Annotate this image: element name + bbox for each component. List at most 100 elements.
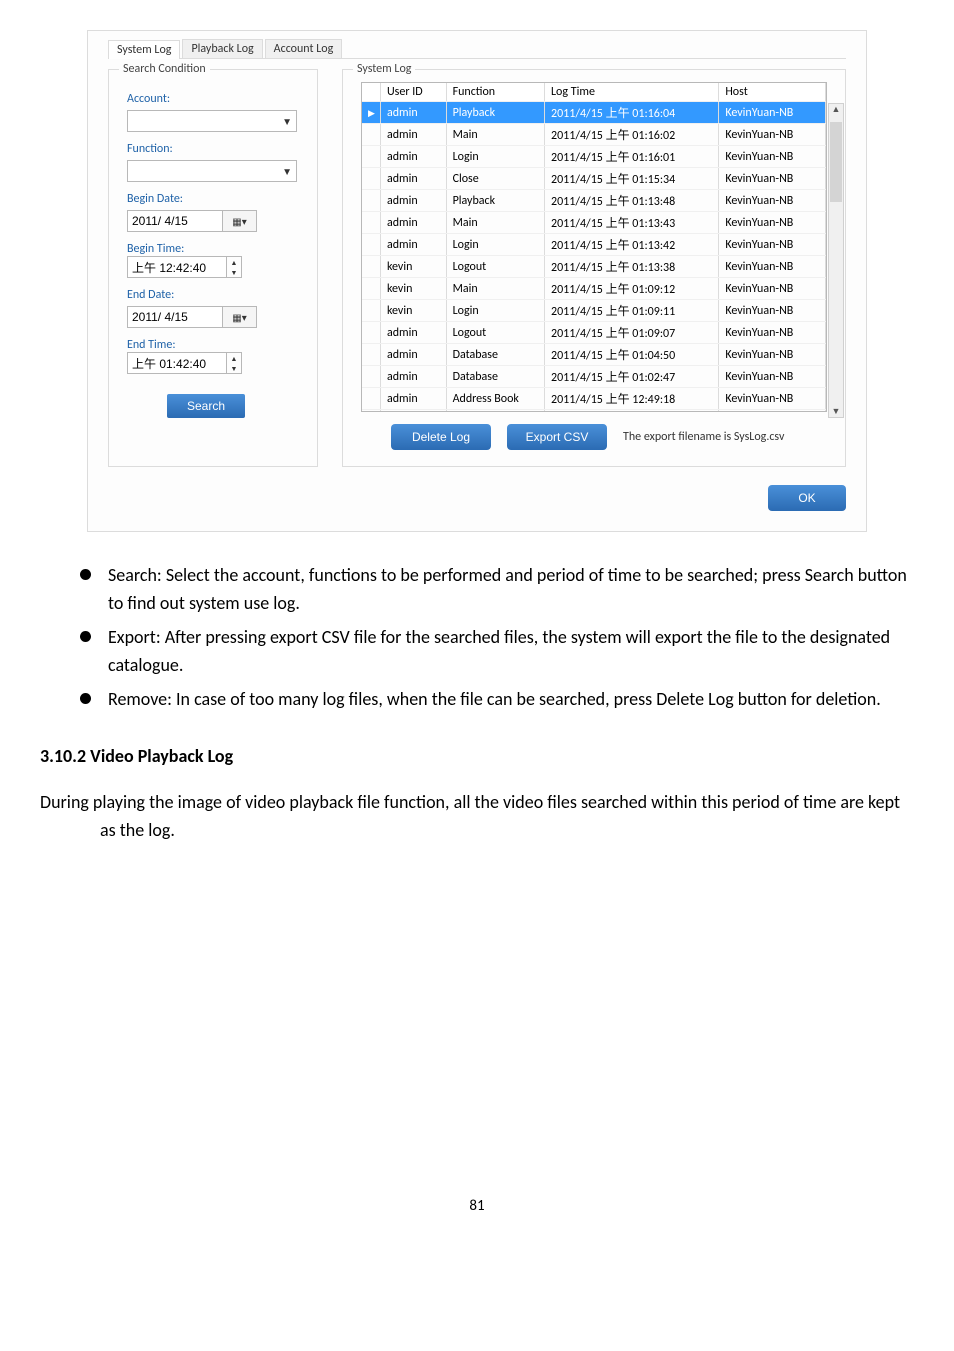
table-cell: Playback (446, 102, 544, 124)
spin-up-icon[interactable]: ▲ (227, 257, 241, 267)
table-cell: Logout (446, 322, 544, 344)
table-cell: Login (446, 146, 544, 168)
tab-bar: System Log Playback Log Account Log (108, 39, 846, 59)
begin-time-field[interactable] (127, 256, 227, 278)
table-cell: admin (380, 322, 446, 344)
search-button[interactable]: Search (167, 394, 245, 418)
export-csv-button[interactable]: Export CSV (507, 424, 607, 450)
ok-button[interactable]: OK (768, 485, 846, 511)
table-cell: Login (446, 300, 544, 322)
col-user-id[interactable]: User ID (380, 83, 446, 102)
col-function[interactable]: Function (446, 83, 544, 102)
chevron-down-icon: ▼ (282, 165, 292, 178)
section-heading: 3.10.2 Video Playback Log (40, 743, 914, 771)
table-cell: 2011/4/15 上午 01:13:48 (545, 190, 719, 212)
scroll-down-icon[interactable]: ▼ (832, 406, 841, 417)
table-cell: KevinYuan-NB (719, 146, 826, 168)
bullet-item: Remove: In case of too many log files, w… (80, 686, 914, 714)
table-cell: KevinYuan-NB (719, 278, 826, 300)
table-cell: 2011/4/15 上午 12:49:18 (545, 388, 719, 410)
table-row[interactable]: adminLogin2011/4/15 上午 01:16:01KevinYuan… (362, 146, 826, 168)
bullet-item: Search: Select the account, functions to… (80, 562, 914, 618)
table-cell: 2011/4/15 上午 01:13:43 (545, 212, 719, 234)
end-time-field[interactable] (127, 352, 227, 374)
spin-up-icon[interactable]: ▲ (227, 353, 241, 363)
table-cell: kevin (380, 256, 446, 278)
table-row[interactable]: kevinLogin2011/4/15 上午 01:09:11KevinYuan… (362, 300, 826, 322)
bullet-list: Search: Select the account, functions to… (40, 562, 914, 713)
table-cell: KevinYuan-NB (719, 300, 826, 322)
page-number: 81 (40, 1195, 914, 1218)
end-time-input[interactable]: ▲▼ (127, 352, 247, 374)
table-cell: Database (446, 344, 544, 366)
system-log-dialog: System Log Playback Log Account Log Sear… (87, 30, 867, 532)
table-cell: Main (446, 212, 544, 234)
scroll-thumb[interactable] (830, 122, 842, 202)
table-row[interactable]: adminPlayback2011/4/15 上午 01:16:04KevinY… (362, 102, 826, 124)
table-cell: 2011/4/15 上午 01:16:04 (545, 102, 719, 124)
calendar-icon[interactable]: ▦▾ (223, 306, 257, 328)
table-row[interactable]: adminMain2011/4/15 上午 01:16:02KevinYuan-… (362, 124, 826, 146)
calendar-icon[interactable]: ▦▾ (223, 210, 257, 232)
table-cell: Close (446, 168, 544, 190)
search-condition-group: Search Condition Account: ▼ Function: ▼ … (108, 69, 318, 467)
end-date-field[interactable] (127, 306, 223, 328)
table-row[interactable]: adminMain2011/4/15 上午 01:13:43KevinYuan-… (362, 212, 826, 234)
table-cell: KevinYuan-NB (719, 410, 826, 413)
paragraph: During playing the image of video playba… (40, 789, 914, 845)
table-cell: admin (380, 234, 446, 256)
col-log-time[interactable]: Log Time (545, 83, 719, 102)
table-cell: 2011/4/15 上午 01:13:42 (545, 234, 719, 256)
table-cell: admin (380, 410, 446, 413)
table-row[interactable]: kevinMain2011/4/15 上午 01:09:12KevinYuan-… (362, 278, 826, 300)
export-filename-note: The export filename is SysLog.csv (623, 430, 784, 444)
table-row[interactable]: adminAddress Book2011/4/15 上午 12:48:54Ke… (362, 410, 826, 413)
spin-down-icon[interactable]: ▼ (227, 363, 241, 373)
table-row[interactable]: adminLogin2011/4/15 上午 01:13:42KevinYuan… (362, 234, 826, 256)
table-cell: admin (380, 146, 446, 168)
begin-date-field[interactable] (127, 210, 223, 232)
table-cell: 2011/4/15 上午 01:15:34 (545, 168, 719, 190)
table-cell: KevinYuan-NB (719, 212, 826, 234)
table-cell: KevinYuan-NB (719, 366, 826, 388)
table-cell: admin (380, 388, 446, 410)
table-row[interactable]: adminPlayback2011/4/15 上午 01:13:48KevinY… (362, 190, 826, 212)
table-row[interactable]: adminDatabase2011/4/15 上午 01:02:47KevinY… (362, 366, 826, 388)
begin-date-input[interactable]: ▦▾ (127, 210, 259, 232)
delete-log-button[interactable]: Delete Log (391, 424, 491, 450)
table-cell: 2011/4/15 上午 01:16:01 (545, 146, 719, 168)
scrollbar[interactable]: ▲ ▼ (828, 103, 844, 418)
begin-date-label: Begin Date: (127, 192, 299, 206)
begin-time-input[interactable]: ▲▼ (127, 256, 247, 278)
table-row[interactable]: adminClose2011/4/15 上午 01:15:34KevinYuan… (362, 168, 826, 190)
tab-account-log[interactable]: Account Log (265, 39, 343, 58)
table-cell: 2011/4/15 上午 01:09:07 (545, 322, 719, 344)
log-table-header: User ID Function Log Time Host (362, 83, 826, 102)
table-row[interactable]: adminDatabase2011/4/15 上午 01:04:50KevinY… (362, 344, 826, 366)
system-log-legend: System Log (353, 62, 415, 76)
spin-down-icon[interactable]: ▼ (227, 267, 241, 277)
tab-playback-log[interactable]: Playback Log (182, 39, 262, 58)
document-body: Search: Select the account, functions to… (40, 562, 914, 1218)
table-cell: Playback (446, 190, 544, 212)
table-cell: 2011/4/15 上午 01:16:02 (545, 124, 719, 146)
table-cell: KevinYuan-NB (719, 388, 826, 410)
scroll-up-icon[interactable]: ▲ (832, 104, 841, 115)
function-select[interactable]: ▼ (127, 160, 297, 182)
function-label: Function: (127, 142, 299, 156)
col-host[interactable]: Host (719, 83, 826, 102)
table-cell: Database (446, 366, 544, 388)
table-cell: Address Book (446, 388, 544, 410)
table-cell: KevinYuan-NB (719, 322, 826, 344)
tab-system-log[interactable]: System Log (108, 40, 180, 59)
table-row[interactable]: adminAddress Book2011/4/15 上午 12:49:18Ke… (362, 388, 826, 410)
table-cell: KevinYuan-NB (719, 124, 826, 146)
begin-time-label: Begin Time: (127, 242, 299, 256)
table-row[interactable]: kevinLogout2011/4/15 上午 01:13:38KevinYua… (362, 256, 826, 278)
account-select[interactable]: ▼ (127, 110, 297, 132)
table-cell: Main (446, 124, 544, 146)
table-row[interactable]: adminLogout2011/4/15 上午 01:09:07KevinYua… (362, 322, 826, 344)
end-date-input[interactable]: ▦▾ (127, 306, 259, 328)
account-label: Account: (127, 92, 299, 106)
table-cell: Logout (446, 256, 544, 278)
